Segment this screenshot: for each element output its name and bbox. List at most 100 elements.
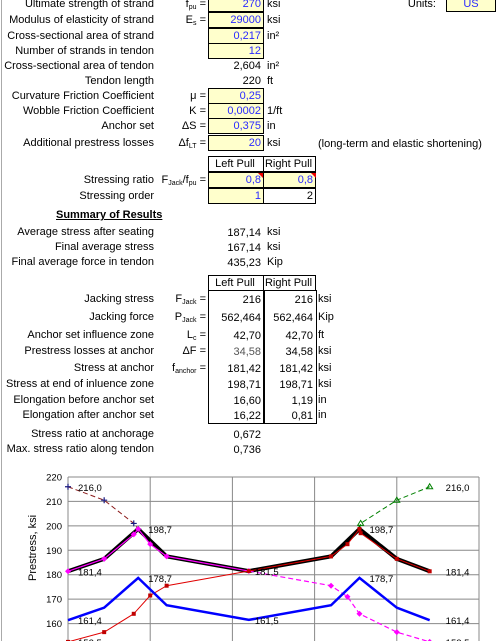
- unit-label: ksi: [318, 378, 332, 390]
- data-point-marker: [427, 569, 432, 574]
- symbol: K: [189, 105, 197, 117]
- input-field[interactable]: 270: [208, 0, 264, 12]
- series-line: [358, 486, 430, 530]
- input-label: Curvature Friction Coefficient: [11, 90, 154, 102]
- stressing-label: Stressing ratio: [83, 174, 154, 186]
- input-field[interactable]: 20: [208, 135, 264, 151]
- right-pull-header: Right Pull: [263, 156, 316, 172]
- y-tick-label: 220: [46, 473, 62, 484]
- right-pull-value: 0,81: [291, 410, 313, 422]
- data-label: 181,4: [78, 567, 102, 578]
- series-line: [69, 527, 430, 641]
- symbol-subscript: Jack: [182, 299, 197, 306]
- unit-label: in²: [267, 30, 280, 42]
- unit-label: ksi: [267, 14, 281, 26]
- data-label: 216,0: [78, 483, 102, 494]
- data-label: 181,4: [446, 567, 470, 578]
- data-point-marker: [147, 541, 154, 548]
- symbol-subscript: Jack: [182, 317, 197, 324]
- series-line: [67, 526, 431, 574]
- data-label: 198,7: [148, 525, 172, 536]
- data-point-marker: [357, 527, 362, 532]
- stressing-label: Stressing order: [79, 190, 154, 202]
- symbol-label: ΔS =: [181, 120, 206, 132]
- right-pull-value: 216: [294, 294, 313, 306]
- data-label: 198,7: [369, 525, 393, 536]
- symbol: μ: [190, 90, 200, 102]
- data-point-marker: [131, 611, 136, 616]
- series-line-dashed: [248, 570, 429, 641]
- data-label: 181,5: [255, 567, 279, 578]
- y-tick-label: 210: [46, 497, 62, 508]
- input-field[interactable]: 29000: [208, 12, 264, 28]
- data-label: 161,5: [255, 616, 279, 627]
- symbol-label: ΔfLT =: [178, 137, 206, 150]
- unit-label: in: [318, 409, 327, 421]
- data-label: 178,7: [148, 574, 172, 585]
- ratio-value: 0,736: [233, 444, 261, 456]
- unit-label: ft: [318, 329, 325, 341]
- data-point-marker: [245, 568, 252, 575]
- right-pull-value: 42,70: [285, 330, 313, 342]
- data-point-marker: [148, 593, 153, 598]
- data-point-marker: [355, 525, 364, 532]
- summary-value: 187,14: [227, 227, 261, 239]
- comment-indicator[interactable]: [311, 173, 316, 178]
- input-field[interactable]: 12: [208, 43, 264, 59]
- input-label: Cross-sectional area of tendon: [4, 60, 154, 72]
- unit-label: ft: [267, 75, 274, 87]
- summary-label: Average stress after seating: [17, 226, 154, 238]
- input-field: 220: [242, 75, 261, 87]
- symbol-label: PJack =: [174, 311, 206, 324]
- series-line: [67, 486, 139, 530]
- left-pull-value: 198,71: [227, 379, 261, 391]
- input-field[interactable]: 0,375: [208, 118, 264, 134]
- window-edge: [1, 0, 2, 641]
- summary-title: Summary of Results: [56, 209, 163, 221]
- right-pull-value: 181,42: [279, 363, 313, 375]
- result-label: Stress at end of inluence zone: [6, 378, 154, 390]
- unit-label: Kip: [318, 311, 334, 323]
- data-point-marker: [358, 531, 363, 536]
- symbol: Δf: [178, 137, 189, 149]
- unit-label: Kip: [267, 256, 283, 268]
- left-pull-value: 34,58: [233, 346, 261, 358]
- input-label: Number of strands in tendon: [15, 45, 154, 57]
- symbol-label: FJack =: [175, 293, 206, 306]
- right-pull-input[interactable]: 0,8: [263, 172, 316, 188]
- data-point-marker: [345, 542, 350, 547]
- input-field[interactable]: 0,217: [208, 28, 264, 44]
- input-field[interactable]: 0,25: [208, 88, 264, 104]
- y-tick-label: 180: [46, 570, 62, 581]
- data-point-marker: [130, 520, 137, 527]
- data-point-marker: [344, 593, 351, 600]
- symbol-subscript: c: [193, 335, 197, 342]
- symbol-label: Es =: [185, 14, 206, 27]
- input-label: Additional prestress losses: [23, 137, 154, 149]
- input-field[interactable]: 0,0002: [208, 103, 264, 119]
- input-label: Wobble Friction Coefficient: [22, 105, 154, 117]
- ratio-label: Stress ratio at anchorage: [31, 428, 154, 440]
- unit-label: in: [267, 120, 276, 132]
- input-label: Cross-sectional area of strand: [7, 30, 154, 42]
- left-pull-input[interactable]: 1: [208, 188, 264, 204]
- result-label: Prestress losses at anchor: [24, 345, 154, 357]
- data-point-marker: [425, 482, 434, 490]
- losses-note: (long-term and elastic shortening): [318, 138, 482, 150]
- symbol-subscript: s: [193, 20, 197, 27]
- symbol: P: [174, 311, 183, 323]
- unit-label: ksi: [267, 137, 281, 149]
- input-field: 2,604: [233, 60, 261, 72]
- input-label: Modulus of elasticity of strand: [9, 14, 154, 26]
- data-point-marker: [101, 555, 108, 562]
- left-pull-input[interactable]: 0,8: [208, 172, 264, 188]
- input-label: Ultimate strength of strand: [24, 0, 154, 10]
- units-select[interactable]: US: [446, 0, 496, 12]
- data-point-marker: [102, 630, 107, 635]
- right-pull-input[interactable]: 2: [263, 188, 316, 204]
- y-tick-label: 160: [46, 619, 62, 630]
- data-point-marker: [393, 629, 400, 636]
- symbol: ΔS: [181, 120, 197, 132]
- data-point-marker: [329, 554, 334, 559]
- left-pull-value: 16,60: [233, 395, 261, 407]
